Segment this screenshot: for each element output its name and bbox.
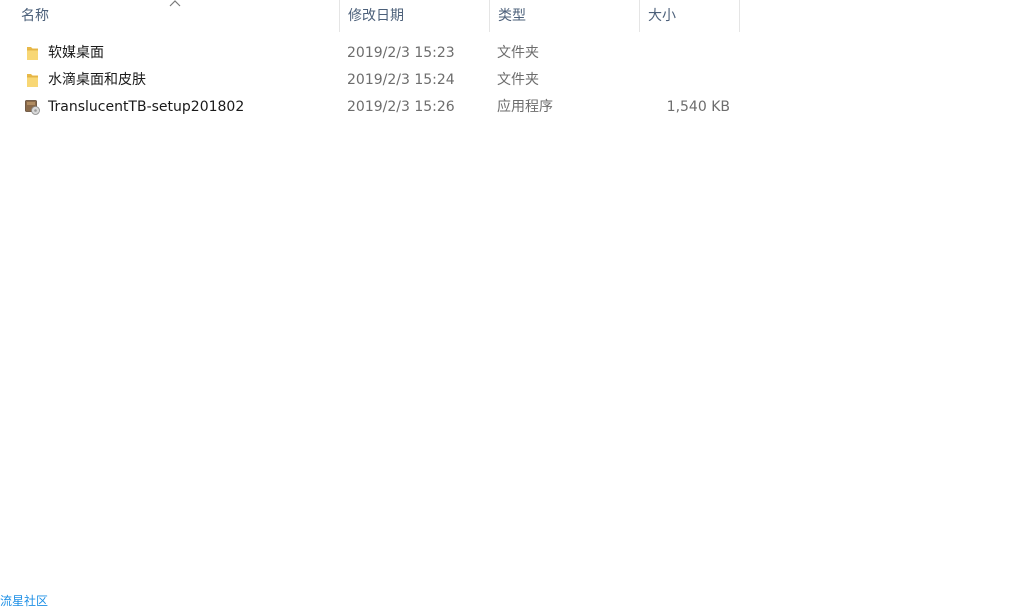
file-name: 软媒桌面 bbox=[48, 45, 104, 61]
file-name: TranslucentTB-setup201802 bbox=[48, 99, 245, 115]
installer-icon bbox=[25, 100, 40, 115]
folder-icon bbox=[27, 47, 38, 60]
file-type: 文件夹 bbox=[497, 45, 539, 61]
file-row[interactable]: 软媒桌面 2019/2/3 15:23 文件夹 bbox=[0, 40, 740, 67]
file-date-modified: 2019/2/3 15:26 bbox=[347, 99, 455, 115]
file-row[interactable]: TranslucentTB-setup201802 2019/2/3 15:26… bbox=[0, 94, 740, 121]
file-row[interactable]: 水滴桌面和皮肤 2019/2/3 15:24 文件夹 bbox=[0, 67, 740, 94]
column-header: 名称 修改日期 类型 大小 bbox=[0, 0, 740, 32]
file-name: 水滴桌面和皮肤 bbox=[48, 72, 146, 88]
file-size: 1,540 KB bbox=[666, 99, 730, 115]
file-type: 文件夹 bbox=[497, 72, 539, 88]
folder-icon bbox=[27, 74, 38, 87]
column-header-size[interactable]: 大小 bbox=[640, 0, 740, 32]
watermark-text: 流星社区 bbox=[0, 594, 49, 608]
file-date-modified: 2019/2/3 15:23 bbox=[347, 45, 455, 61]
column-header-type[interactable]: 类型 bbox=[490, 0, 640, 32]
file-type: 应用程序 bbox=[497, 99, 553, 115]
file-explorer-details-view: 名称 修改日期 类型 大小 软媒桌面 2019/2/3 15:23 文件夹 水滴… bbox=[0, 0, 1027, 609]
column-header-date-modified[interactable]: 修改日期 bbox=[340, 0, 490, 32]
file-date-modified: 2019/2/3 15:24 bbox=[347, 72, 455, 88]
column-header-name[interactable]: 名称 bbox=[13, 0, 340, 32]
file-list: 软媒桌面 2019/2/3 15:23 文件夹 水滴桌面和皮肤 2019/2/3… bbox=[0, 40, 740, 121]
